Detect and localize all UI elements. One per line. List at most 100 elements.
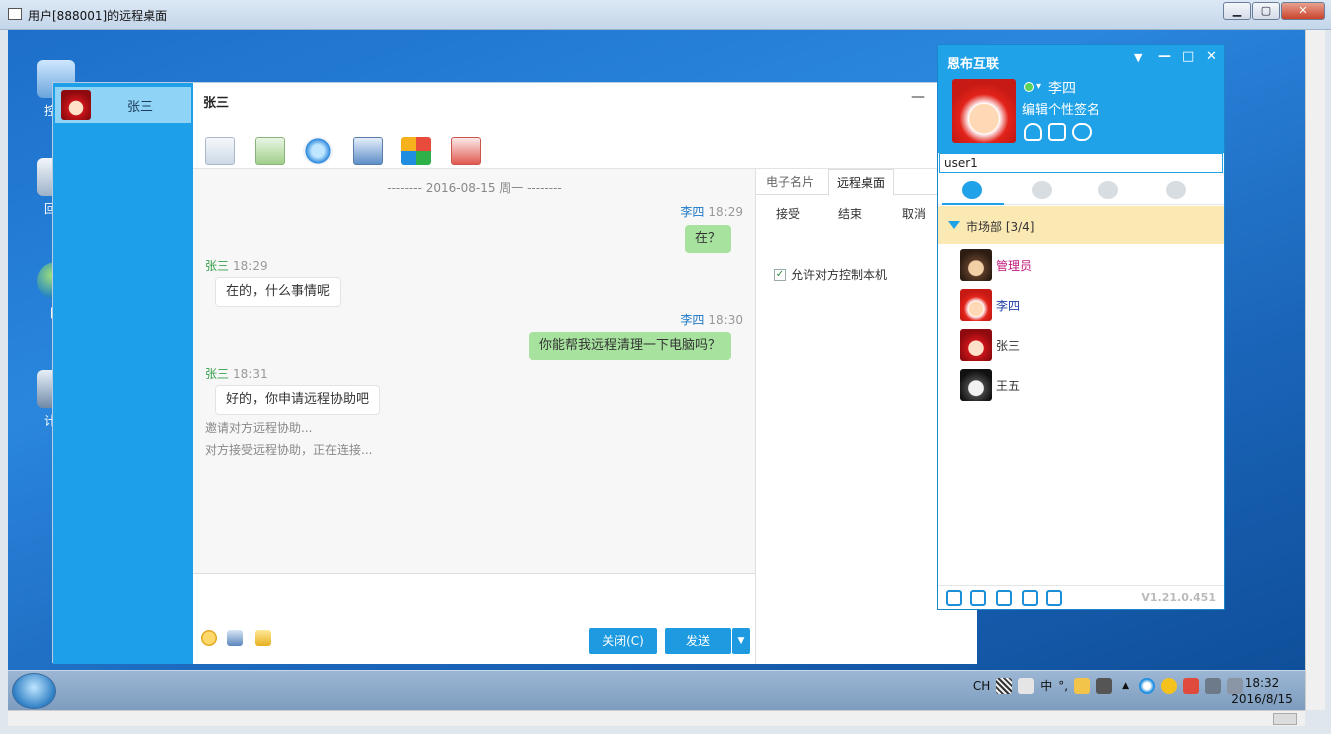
message-time: 18:29 <box>233 259 268 273</box>
buddy-maximize-button[interactable]: □ <box>1182 49 1194 64</box>
file-transfer-icon[interactable] <box>255 137 285 165</box>
ime-punct[interactable]: °, <box>1058 679 1068 693</box>
home-icon[interactable] <box>946 590 962 606</box>
ime-tray-icon[interactable] <box>1018 677 1035 694</box>
cloud-icon[interactable] <box>1072 123 1092 141</box>
profile-icon[interactable] <box>1024 123 1042 141</box>
message-sender: 李四 <box>680 313 705 327</box>
history-icon[interactable] <box>255 630 271 646</box>
system-tray: CH 中 °, ▲ <box>973 677 1243 694</box>
buddy-name: 王五 <box>996 378 1021 393</box>
maximize-button[interactable]: ▢ <box>1252 2 1280 20</box>
my-avatar[interactable] <box>952 79 1016 143</box>
add-chat-icon[interactable] <box>205 137 235 165</box>
apps-icon[interactable] <box>401 137 431 165</box>
end-link[interactable]: 结束 <box>838 205 862 222</box>
message-meta: 张三 18:31 <box>205 365 268 382</box>
ime-tools-icon[interactable] <box>1074 677 1091 694</box>
remote-desktop-icon[interactable] <box>451 137 481 165</box>
cancel-link[interactable]: 取消 <box>902 205 926 222</box>
send-button[interactable]: 发送 <box>665 628 731 654</box>
message-sender: 张三 <box>205 259 230 273</box>
chat-header: 张三 — <box>193 83 977 123</box>
screen-capture-icon[interactable] <box>227 630 243 646</box>
allow-control-checkbox-row[interactable]: ✓ 允许对方控制本机 <box>774 266 887 283</box>
emoji-icon[interactable] <box>201 630 217 646</box>
horizontal-scrollbar[interactable] <box>8 710 1305 726</box>
taskbar-clock[interactable]: 18:32 2016/8/15 <box>1227 675 1297 707</box>
buddy-header: 恩布互联 ▼ — □ ✕ ▾ 李四 编辑个性签名 <box>938 45 1224 153</box>
message-time: 18:29 <box>708 205 743 219</box>
organization-tab-icon[interactable] <box>1032 181 1052 199</box>
accept-link[interactable]: 接受 <box>776 205 800 222</box>
buddy-name: 李四 <box>996 298 1021 313</box>
taskbar: CH 中 °, ▲ 18:32 2016/8/15 <box>8 670 1305 710</box>
message-bubble: 好的，你申请远程协助吧 <box>215 385 381 415</box>
message-time: 18:30 <box>708 313 743 327</box>
message-bubble: 在？ <box>684 225 731 253</box>
group-name: 市场部 [3/4] <box>966 220 1035 234</box>
recent-chats-tab-icon[interactable] <box>1098 181 1118 199</box>
buddy-name: 张三 <box>996 338 1021 353</box>
chat-contact-sidebar: 张三 <box>53 83 193 664</box>
buddy-close-button[interactable]: ✕ <box>1206 49 1217 64</box>
window-controls: ▁ ▢ ✕ <box>1223 2 1325 20</box>
action-center-icon[interactable] <box>1183 677 1199 694</box>
tab-remote-desktop[interactable]: 远程桌面 <box>828 169 895 196</box>
message-sender: 李四 <box>680 205 705 219</box>
online-status-icon[interactable] <box>1024 82 1034 92</box>
minimize-button[interactable]: ▁ <box>1223 2 1251 20</box>
start-button[interactable] <box>12 673 56 709</box>
video-icon[interactable] <box>303 137 333 165</box>
date-separator: -------- 2016-08-15 周一 -------- <box>387 181 562 195</box>
contact-tab-name: 张三 <box>127 99 154 115</box>
avatar <box>960 329 992 361</box>
chat-minimize-button[interactable]: — <box>911 89 925 105</box>
my-name: 李四 <box>1048 81 1076 97</box>
network-tray-icon[interactable] <box>1205 677 1221 694</box>
buddy-item-lisi[interactable]: 李四 <box>960 288 1220 322</box>
chat-message-area[interactable]: -------- 2016-08-15 周一 -------- 李四 18:29 … <box>193 169 756 573</box>
home-tab-icon[interactable] <box>1166 181 1186 199</box>
qr-tray-icon[interactable] <box>996 677 1013 694</box>
menu-dropdown-icon[interactable]: ▼ <box>1134 51 1142 64</box>
im-tray-icon[interactable] <box>1139 677 1155 694</box>
tab-business-card[interactable]: 电子名片 <box>766 173 814 190</box>
edit-icon[interactable] <box>1022 590 1038 606</box>
status-dropdown-icon[interactable]: ▾ <box>1036 81 1041 92</box>
buddy-item-zhangsan[interactable]: 张三 <box>960 328 1220 362</box>
chat-close-button[interactable]: 关闭(C) <box>589 628 657 654</box>
language-indicator[interactable]: CH <box>973 679 990 693</box>
download-icon[interactable] <box>1048 123 1066 141</box>
scrollbar-thumb[interactable] <box>1273 713 1297 725</box>
buddy-minimize-button[interactable]: — <box>1158 49 1171 64</box>
close-button[interactable]: ✕ <box>1281 2 1325 20</box>
app-name: 恩布互联 <box>947 57 1000 72</box>
active-tab-indicator <box>942 203 1004 205</box>
message-sender: 张三 <box>205 367 230 381</box>
search-input[interactable]: user1 <box>939 153 1223 173</box>
message-time: 18:31 <box>233 367 268 381</box>
contact-tab-zhangsan[interactable]: 张三 <box>55 87 191 123</box>
signature-edit[interactable]: 编辑个性签名 <box>1022 99 1100 118</box>
list-icon[interactable] <box>970 590 986 606</box>
keyboard-tray-icon[interactable] <box>1096 677 1113 694</box>
chat-title: 张三 <box>203 96 230 111</box>
send-options-dropdown[interactable]: ▼ <box>732 628 750 654</box>
screenshot-icon[interactable] <box>353 137 383 165</box>
contacts-tab-icon[interactable] <box>962 181 982 199</box>
allow-control-label: 允许对方控制本机 <box>791 268 888 282</box>
show-hidden-icons-arrow[interactable]: ▲ <box>1122 681 1129 691</box>
message-meta: 李四 18:29 <box>680 203 743 220</box>
vertical-scrollbar[interactable] <box>1305 30 1325 710</box>
ime-mode[interactable]: 中 <box>1040 677 1052 694</box>
buddy-item-wangwu[interactable]: 王五 <box>960 368 1220 402</box>
security-tray-icon[interactable] <box>1161 677 1177 694</box>
avatar <box>960 289 992 321</box>
message-input-area[interactable]: 关闭(C) 发送 ▼ <box>193 573 756 664</box>
buddy-item-admin[interactable]: 管理员 <box>960 248 1220 282</box>
allow-control-checkbox[interactable]: ✓ <box>774 268 786 281</box>
group-header-marketing[interactable]: 市场部 [3/4] <box>938 206 1224 244</box>
mail-icon[interactable] <box>1046 590 1062 606</box>
grid-icon[interactable] <box>996 590 1012 606</box>
